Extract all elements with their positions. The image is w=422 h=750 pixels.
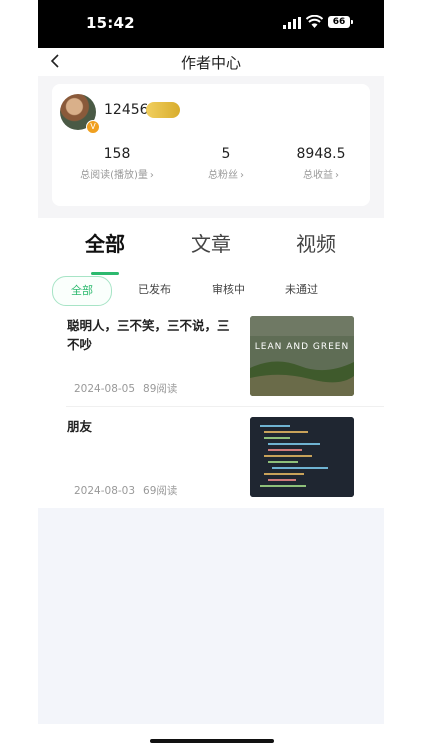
stat-earnings[interactable]: 8948.5 总收益 › — [266, 146, 376, 181]
content-tabs: 全部 文章 视频 — [38, 228, 384, 275]
tab-articles[interactable]: 文章 — [191, 228, 231, 257]
chevron-right-icon: › — [240, 170, 244, 181]
article-meta: 2024-08-03 69阅读 — [74, 483, 177, 498]
battery-icon: 66 — [328, 16, 350, 28]
username: 12456 — [104, 102, 149, 118]
level-tag — [146, 102, 180, 118]
stat-label: 总收益 › — [303, 170, 339, 181]
article-thumbnail — [250, 417, 354, 497]
stat-label: 总粉丝 › — [208, 170, 244, 181]
article-meta: 2024-08-05 89阅读 — [74, 381, 177, 396]
stat-followers[interactable]: 5 总粉丝 › — [171, 146, 281, 181]
tab-videos[interactable]: 视频 — [296, 228, 336, 257]
wifi-icon — [306, 15, 323, 28]
signal-icon — [283, 17, 301, 29]
status-time: 15:42 — [86, 14, 135, 32]
nav-bar: 作者中心 — [38, 48, 384, 76]
filter-published[interactable]: 已发布 — [138, 276, 171, 304]
app-viewport: 15:42 66 作者中心 V 12456 158 总阅读(播放)量 › 5 总… — [38, 0, 384, 724]
article-reads: 69阅读 — [143, 485, 178, 497]
stat-value: 5 — [221, 146, 231, 162]
filter-rejected[interactable]: 未通过 — [285, 276, 318, 304]
article-item[interactable]: 聪明人，三不笑，三不说，三不吵 2024-08-05 89阅读 LEAN AND … — [38, 316, 384, 404]
stat-value: 8948.5 — [296, 146, 346, 162]
landscape-image — [250, 316, 354, 396]
active-tab-indicator — [91, 272, 119, 275]
avatar[interactable]: V — [60, 94, 100, 134]
code-screen-image — [250, 417, 354, 497]
tab-all[interactable]: 全部 — [85, 228, 125, 257]
verified-badge-icon: V — [86, 120, 100, 134]
page-title: 作者中心 — [180, 54, 241, 72]
list-divider — [66, 406, 384, 407]
stat-value: 158 — [103, 146, 131, 162]
thumbnail-text: LEAN AND GREEN — [254, 342, 350, 352]
chevron-right-icon: › — [149, 170, 154, 181]
status-filters: 全部 已发布 审核中 未通过 — [52, 276, 372, 306]
article-title: 聪明人，三不笑，三不说，三不吵 — [67, 318, 230, 352]
article-date: 2024-08-03 — [74, 485, 136, 497]
profile-card: V 12456 158 总阅读(播放)量 › 5 总粉丝 › 8948.5 总收益 › — [52, 84, 370, 206]
filter-reviewing[interactable]: 审核中 — [212, 276, 245, 304]
battery-tip — [351, 20, 353, 24]
screen: 15:42 66 作者中心 V 12456 158 总阅读(播放)量 › 5 总… — [0, 0, 422, 750]
status-bar: 15:42 66 — [38, 0, 384, 48]
stat-total-reads[interactable]: 158 总阅读(播放)量 › — [62, 146, 172, 181]
article-date: 2024-08-05 — [74, 383, 136, 395]
article-reads: 89阅读 — [143, 383, 178, 395]
article-thumbnail: LEAN AND GREEN — [250, 316, 354, 396]
article-title: 朋友 — [67, 419, 93, 434]
article-item[interactable]: 朋友 2024-08-03 69阅读 — [38, 417, 384, 505]
profile-section: V 12456 158 总阅读(播放)量 › 5 总粉丝 › 8948.5 总收益 › — [38, 76, 384, 218]
filter-all[interactable]: 全部 — [52, 276, 112, 306]
stat-label: 总阅读(播放)量 › — [80, 170, 154, 181]
chevron-right-icon: › — [335, 170, 339, 181]
home-indicator[interactable] — [150, 739, 274, 743]
